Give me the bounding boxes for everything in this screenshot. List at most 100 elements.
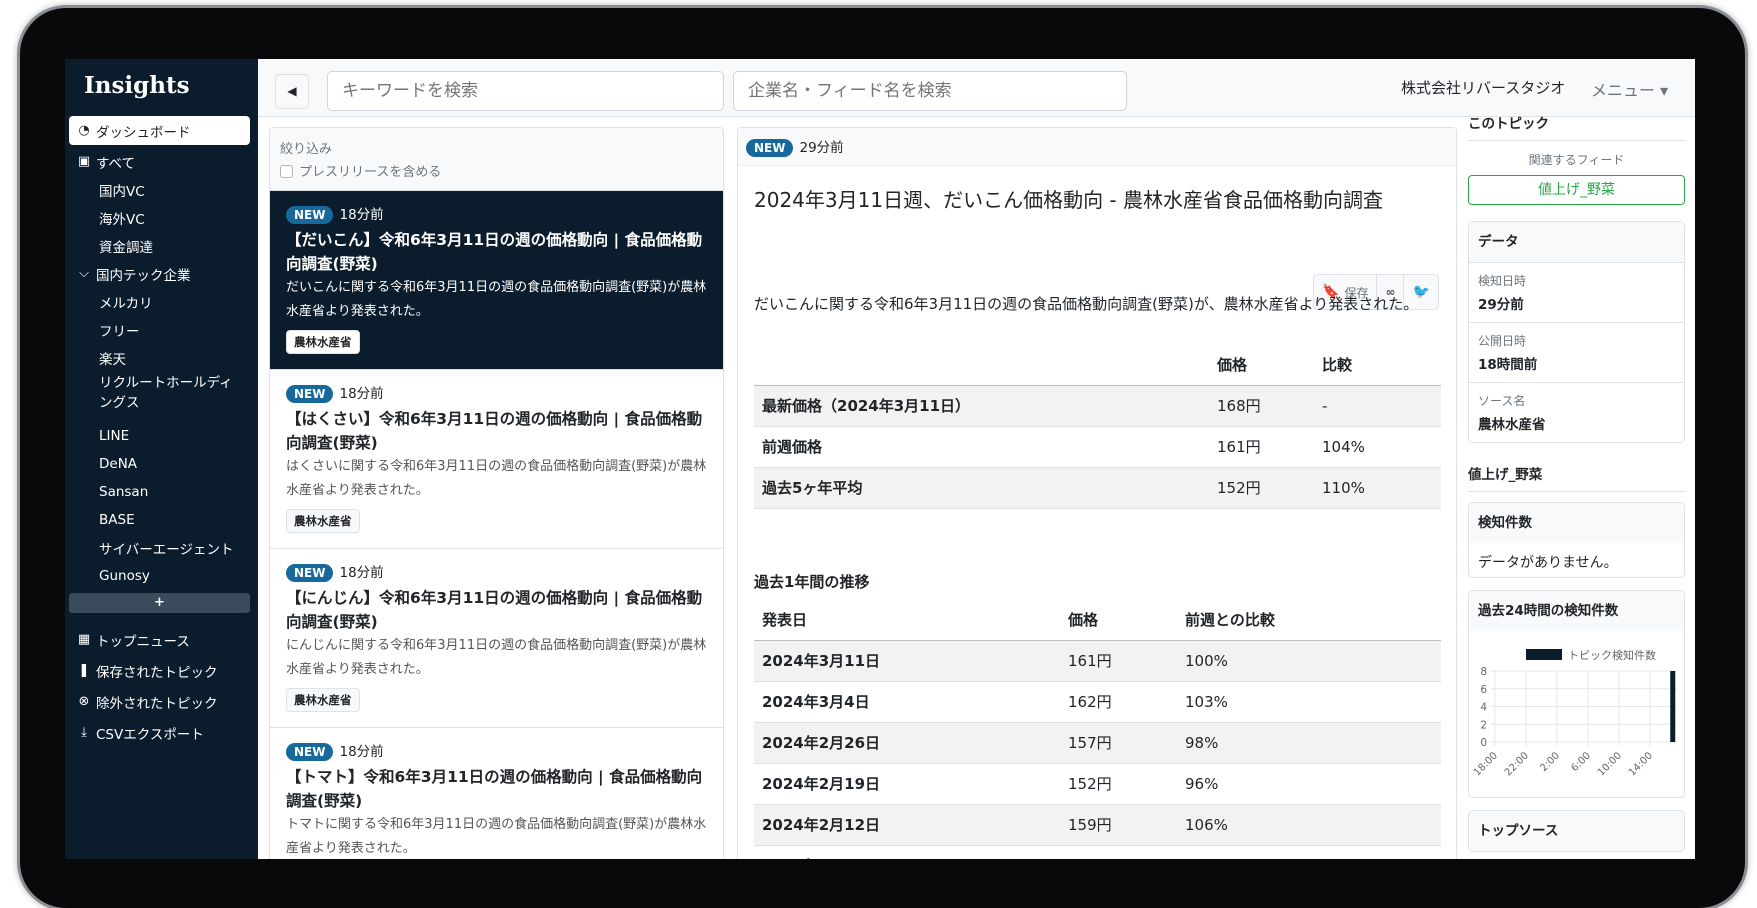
feed-item[interactable]: NEW 18分前 【にんじん】令和6年3月11日の週の価格動向 | 食品価格動向調査…	[270, 549, 723, 728]
table-cell: 159円	[1060, 804, 1177, 846]
table-row: 2024年2月26日 157円 98%	[754, 722, 1441, 764]
table-cell: 2024年2月5日	[754, 845, 1060, 859]
table-cell: 110%	[1314, 467, 1441, 509]
table-cell: 152円	[1209, 467, 1314, 509]
legend-swatch	[1526, 649, 1562, 660]
top-source-card: トップソース	[1468, 810, 1685, 852]
data-field: 公開日時 18時間前	[1469, 322, 1684, 382]
detail-time: 29分前	[799, 140, 844, 156]
press-release-checkbox[interactable]: プレスリリースを含める	[280, 161, 713, 180]
new-badge: NEW	[286, 206, 334, 224]
sidebar-item[interactable]: メルカリ	[65, 287, 258, 316]
item-title: 【だいこん】令和6年3月11日の週の価格動向 | 食品価格動向調査(野菜)	[286, 231, 703, 273]
checkbox[interactable]	[280, 165, 293, 178]
sidebar-item[interactable]: ❚ 保存されたトピック	[65, 656, 258, 685]
y-tick-label: 0	[1480, 737, 1487, 749]
new-badge: NEW	[286, 564, 334, 582]
sidebar-item-label: すべて	[96, 155, 136, 172]
menu-dropdown[interactable]: メニュー ▾	[1591, 77, 1668, 101]
keyword-search-input[interactable]	[327, 71, 724, 111]
rss-icon: ▣	[77, 154, 91, 169]
add-feed-button[interactable]: +	[69, 593, 250, 613]
sidebar-item[interactable]: ⊗ 除外されたトピック	[65, 687, 258, 716]
legend-label: トピック検知件数	[1568, 648, 1656, 662]
x-circle-icon: ⊗	[78, 694, 90, 709]
data-field-label: ソース名	[1478, 394, 1526, 408]
company-search-input[interactable]	[733, 71, 1127, 111]
item-title: 【はくさい】令和6年3月11日の週の価格動向 | 食品価格動向調査(野菜)	[286, 410, 703, 452]
new-badge: NEW	[286, 385, 334, 403]
table-cell: 2024年2月19日	[754, 763, 1060, 805]
table-cell: 153円	[1060, 845, 1177, 859]
table-cell: 2024年2月26日	[754, 722, 1060, 764]
chart-bar	[1670, 671, 1676, 742]
sidebar-item[interactable]: LINE	[65, 421, 258, 450]
table-header-row: 価格 比較	[754, 344, 1441, 386]
sidebar-item[interactable]: Sansan	[65, 477, 258, 506]
table-row: 最新価格（2024年3月11日） 168円 -	[754, 385, 1441, 427]
sidebar-item[interactable]: ⌵ 国内テック企業	[65, 259, 258, 288]
detail-description: だいこんに関する令和6年3月11日の週の食品価格動向調査(野菜)が、農林水産省よ…	[754, 295, 1419, 313]
chart-card-title: 過去24時間の検知件数	[1469, 591, 1684, 631]
table-cell: 2024年3月4日	[754, 681, 1060, 723]
y-tick-label: 4	[1480, 702, 1487, 714]
sidebar-item[interactable]: フリー	[65, 315, 258, 344]
download-icon: ⤓	[81, 725, 87, 740]
x-tick-label: 14:00	[1627, 750, 1655, 778]
sidebar-item-label: 国内テック企業	[96, 267, 191, 284]
dashboard-gauge-icon: ◔	[78, 123, 90, 138]
data-field-value: 18時間前	[1478, 357, 1538, 373]
feed-item[interactable]: NEW 18分前 【トマト】令和6年3月11日の週の価格動向 | 食品価格動向調査(…	[270, 728, 723, 859]
item-time: 18分前	[339, 386, 384, 402]
table-cell: 前週価格	[754, 426, 1209, 468]
column-header: 前週との比較	[1177, 599, 1441, 641]
sidebar-item[interactable]: BASE	[65, 505, 258, 534]
data-field: ソース名 農林水産省	[1469, 382, 1684, 442]
table-cell: 98%	[1177, 722, 1441, 764]
source-tag[interactable]: 農林水産省	[286, 688, 360, 712]
source-tag[interactable]: 農林水産省	[286, 509, 360, 533]
table-cell: 168円	[1209, 385, 1314, 427]
source-tag[interactable]: 農林水産省	[286, 330, 360, 354]
sidebar-item[interactable]: 国内VC	[65, 175, 258, 204]
sidebar-item-label: ダッシュボード	[96, 124, 191, 141]
item-title: 【トマト】令和6年3月11日の週の価格動向 | 食品価格動向調査(野菜)	[286, 768, 703, 810]
table-row: 2024年2月19日 152円 96%	[754, 763, 1441, 805]
sidebar-item[interactable]: 海外VC	[65, 203, 258, 232]
item-description: にんじんに関する令和6年3月11日の週の食品価格動向調査(野菜)が農林水産省より…	[286, 638, 707, 677]
sidebar-item[interactable]: 楽天	[65, 343, 258, 372]
table-cell: 104%	[1314, 426, 1441, 468]
data-field-label: 検知日時	[1478, 274, 1527, 288]
feed-item[interactable]: NEW 18分前【はくさい】令和6年3月11日の週の価格動向 | 食品価格動向調査…	[270, 370, 723, 549]
price-history-table: 発表日 価格 前週との比較 2024年3月11日 161円 100% 2024年3月4日 16…	[754, 599, 1441, 859]
sidebar-item[interactable]: DeNA	[65, 449, 258, 478]
sidebar-item-label: メルカリ	[99, 295, 153, 312]
sidebar-item[interactable]: 資金調達	[65, 231, 258, 260]
sidebar-item[interactable]: ▣ すべて	[65, 147, 258, 176]
item-time: 18分前	[339, 207, 384, 223]
collapse-sidebar-button[interactable]: ◀	[275, 74, 309, 109]
sidebar-item-label: フリー	[99, 323, 140, 340]
checkbox-label: プレスリリースを含める	[299, 165, 442, 180]
chevron-down-icon: ⌵	[79, 266, 89, 281]
table-row: 前週価格 161円 104%	[754, 426, 1441, 468]
sidebar-item[interactable]: ▦ トップニュース	[65, 625, 258, 654]
sidebar-item[interactable]: サイバーエージェント	[65, 533, 258, 562]
sidebar-item[interactable]: Gunosy	[65, 561, 258, 590]
filter-label: 絞り込み	[280, 142, 333, 157]
x-tick-label: 10:00	[1596, 750, 1624, 778]
sidebar-item-label: Gunosy	[99, 567, 150, 584]
sidebar-item[interactable]: ◔ ダッシュボード	[69, 116, 250, 145]
sidebar-item-label: CSVエクスポート	[96, 726, 204, 743]
sidebar-item-label: 資金調達	[99, 239, 153, 256]
related-feed-button[interactable]: 値上げ_野菜	[1468, 175, 1685, 205]
feed-item[interactable]: NEW 18分前【だいこん】令和6年3月11日の週の価格動向 | 食品価格動向調査…	[270, 191, 723, 370]
sidebar-item[interactable]: ⤓ CSVエクスポート	[65, 718, 258, 747]
table-cell: 2024年2月12日	[754, 804, 1060, 846]
sidebar-item-label: リクルートホールディングス	[99, 375, 233, 411]
table-cell: 最新価格（2024年3月11日）	[754, 385, 1209, 427]
y-tick-label: 2	[1480, 719, 1487, 731]
history-heading: 過去1年間の推移	[754, 573, 870, 591]
table-cell: 161円	[1209, 426, 1314, 468]
sidebar-item[interactable]: リクルートホールディングス	[65, 371, 235, 415]
